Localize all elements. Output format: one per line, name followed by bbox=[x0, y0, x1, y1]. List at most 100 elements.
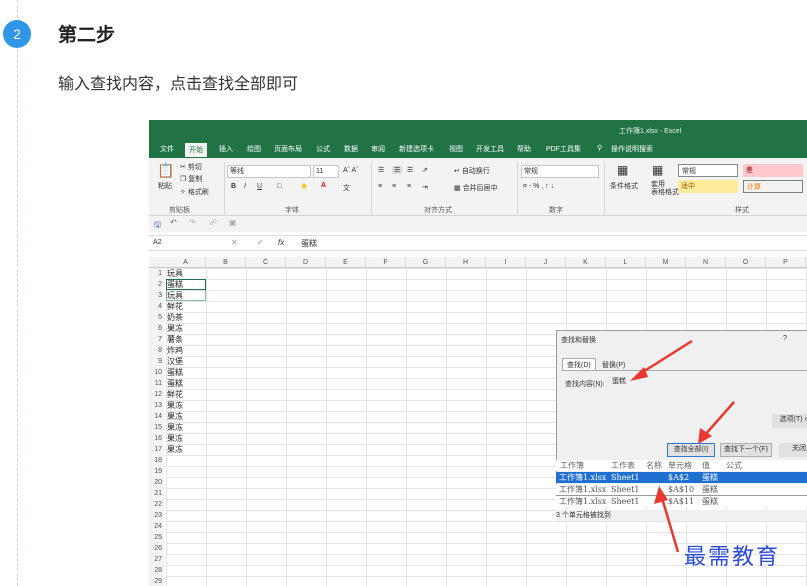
column-header-j[interactable]: J bbox=[526, 257, 566, 268]
align-top-icon[interactable]: ☰ bbox=[378, 166, 384, 174]
row-header[interactable]: 29 bbox=[149, 576, 164, 586]
align-left-icon[interactable]: ≡ bbox=[378, 183, 382, 190]
close-button[interactable]: 关闭 bbox=[779, 443, 807, 457]
column-header-h[interactable]: H bbox=[446, 257, 486, 268]
column-header-n[interactable]: N bbox=[686, 257, 726, 268]
bold-button[interactable]: B bbox=[231, 183, 236, 190]
column-header-c[interactable]: C bbox=[246, 257, 286, 268]
name-box[interactable]: A2 bbox=[151, 237, 211, 250]
column-header-m[interactable]: M bbox=[646, 257, 686, 268]
format-painter-button[interactable]: ✧ 格式刷 bbox=[180, 187, 209, 197]
paste-icon[interactable]: 📋 bbox=[157, 162, 174, 179]
underline-button[interactable]: U bbox=[257, 183, 262, 190]
align-right-icon[interactable]: ≡ bbox=[407, 183, 411, 190]
column-header-e[interactable]: E bbox=[326, 257, 366, 268]
italic-button[interactable]: I bbox=[244, 183, 246, 190]
cell-a14[interactable]: 果冻 bbox=[166, 411, 206, 422]
cell-a16[interactable]: 果冻 bbox=[166, 433, 206, 444]
number-format-icons[interactable]: ¤ - % , ↑ ↓ bbox=[523, 183, 554, 190]
cut-button[interactable]: ✂ 剪切 bbox=[180, 162, 202, 172]
copy-button[interactable]: ❐ 复制 bbox=[180, 174, 202, 184]
column-header-a[interactable]: A bbox=[166, 257, 206, 268]
column-header-k[interactable]: K bbox=[566, 257, 606, 268]
align-bottom-icon[interactable]: ☰ bbox=[407, 166, 413, 174]
column-header-o[interactable]: O bbox=[726, 257, 766, 268]
format-table-button[interactable]: 套用 表格格式 bbox=[651, 181, 679, 197]
number-format-box[interactable]: 常规 bbox=[521, 165, 599, 178]
cancel-icon[interactable]: ✕ bbox=[231, 238, 238, 247]
style-normal[interactable]: 常规 bbox=[678, 164, 738, 177]
tab-page-layout[interactable]: 页面布局 bbox=[274, 144, 302, 154]
cell-a9[interactable]: 汉堡 bbox=[166, 356, 206, 367]
row-header[interactable]: 5 bbox=[149, 312, 164, 323]
undo-icon[interactable]: ↶ bbox=[170, 218, 177, 227]
cell-a7[interactable]: 薯条 bbox=[166, 334, 206, 345]
conditional-format-icon[interactable]: ▦ bbox=[617, 163, 628, 177]
row-header[interactable]: 20 bbox=[149, 477, 164, 488]
wrap-text-button[interactable]: ↵ 自动换行 bbox=[454, 166, 490, 176]
font-color-icon[interactable]: A bbox=[321, 182, 326, 189]
cell-a1[interactable]: 玩具 bbox=[166, 268, 206, 279]
column-header-l[interactable]: L bbox=[606, 257, 646, 268]
style-calculation[interactable]: 计算 bbox=[743, 180, 803, 193]
row-header[interactable]: 10 bbox=[149, 367, 164, 378]
font-grow-shrink[interactable]: Aˆ Aˇ bbox=[343, 167, 359, 174]
form-icon[interactable]: ▣ bbox=[229, 218, 237, 227]
tell-me-search[interactable]: 操作说明搜索 bbox=[611, 144, 653, 154]
align-center-icon[interactable]: ≡ bbox=[392, 183, 396, 190]
row-header[interactable]: 13 bbox=[149, 400, 164, 411]
row-header[interactable]: 17 bbox=[149, 444, 164, 455]
cell-a15[interactable]: 果冻 bbox=[166, 422, 206, 433]
row-header[interactable]: 9 bbox=[149, 356, 164, 367]
tab-new[interactable]: 新建选项卡 bbox=[399, 144, 434, 154]
tab-review[interactable]: 审阅 bbox=[371, 144, 385, 154]
conditional-format-button[interactable]: 条件格式 bbox=[610, 181, 638, 191]
row-header[interactable]: 14 bbox=[149, 411, 164, 422]
format-table-icon[interactable]: ▦ bbox=[652, 163, 663, 177]
row-header[interactable]: 2 bbox=[149, 279, 164, 290]
column-header-p[interactable]: P bbox=[766, 257, 806, 268]
cell-a11[interactable]: 蛋糕 bbox=[166, 378, 206, 389]
tab-file[interactable]: 文件 bbox=[160, 144, 174, 154]
row-header[interactable]: 8 bbox=[149, 345, 164, 356]
column-header-g[interactable]: G bbox=[406, 257, 446, 268]
cell-a6[interactable]: 果冻 bbox=[166, 323, 206, 334]
tab-insert[interactable]: 插入 bbox=[219, 144, 233, 154]
row-header[interactable]: 4 bbox=[149, 301, 164, 312]
phonetic-icon[interactable]: 文 bbox=[343, 183, 350, 193]
tab-home[interactable]: 开始 bbox=[185, 143, 207, 157]
cell-a5[interactable]: 奶茶 bbox=[166, 312, 206, 323]
row-header[interactable]: 26 bbox=[149, 543, 164, 554]
tab-view[interactable]: 视图 bbox=[449, 144, 463, 154]
style-neutral[interactable]: 适中 bbox=[678, 180, 738, 193]
row-header[interactable]: 6 bbox=[149, 323, 164, 334]
font-size-box[interactable]: 11 bbox=[313, 165, 339, 178]
formula-input[interactable]: 蛋糕 bbox=[301, 238, 317, 249]
options-button[interactable]: 选项(T) » bbox=[772, 414, 807, 428]
row-header[interactable]: 1 bbox=[149, 268, 164, 279]
cell-a4[interactable]: 鲜花 bbox=[166, 301, 206, 312]
row-header[interactable]: 16 bbox=[149, 433, 164, 444]
border-icon[interactable]: □ bbox=[277, 183, 281, 190]
redo-icon[interactable]: ↷ bbox=[189, 218, 196, 227]
cell-a2[interactable]: 蛋糕 bbox=[166, 279, 206, 290]
cell-a12[interactable]: 鲜花 bbox=[166, 389, 206, 400]
tab-help[interactable]: 帮助 bbox=[517, 144, 531, 154]
save-icon[interactable]: 🖫 bbox=[154, 219, 161, 233]
cell-a17[interactable]: 果冻 bbox=[166, 444, 206, 455]
row-header[interactable]: 18 bbox=[149, 455, 164, 466]
indent-icon[interactable]: ⇥ bbox=[422, 183, 428, 191]
row-header[interactable]: 21 bbox=[149, 488, 164, 499]
row-header[interactable]: 12 bbox=[149, 389, 164, 400]
enter-icon[interactable]: ✓ bbox=[257, 238, 264, 247]
fill-color-icon[interactable]: ◉ bbox=[301, 182, 307, 190]
tab-draw[interactable]: 绘图 bbox=[247, 144, 261, 154]
column-header-i[interactable]: I bbox=[486, 257, 526, 268]
font-name-box[interactable]: 等线 bbox=[227, 165, 311, 178]
cell-a8[interactable]: 炸鸡 bbox=[166, 345, 206, 356]
row-header[interactable]: 15 bbox=[149, 422, 164, 433]
tab-formulas[interactable]: 公式 bbox=[316, 144, 330, 154]
orientation-icon[interactable]: ⇗ bbox=[422, 166, 428, 174]
tab-developer[interactable]: 开发工具 bbox=[476, 144, 504, 154]
row-header[interactable]: 11 bbox=[149, 378, 164, 389]
